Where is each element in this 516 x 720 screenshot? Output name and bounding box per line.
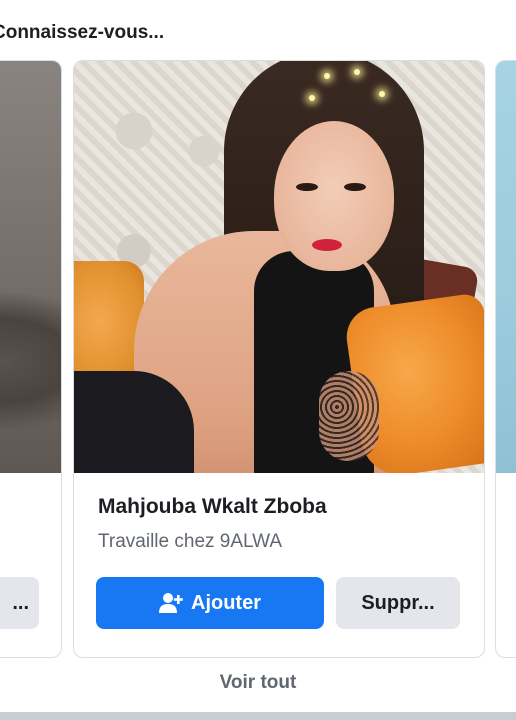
profile-name[interactable]: Mahjouba Wkalt Zboba <box>98 495 327 519</box>
section-title: Connaissez-vous... <box>0 22 165 43</box>
profile-subtitle: Travaille chez 9ALWA <box>98 531 283 552</box>
profile-photo[interactable] <box>496 61 516 473</box>
suggestion-card[interactable]: Mahjouba Wkalt Zboba Travaille chez 9ALW… <box>73 60 485 658</box>
photo-detail <box>319 371 379 461</box>
section-divider <box>0 712 516 720</box>
see-all-link[interactable]: Voir tout <box>0 672 516 694</box>
photo-detail <box>309 95 315 101</box>
add-friend-icon <box>159 592 183 614</box>
add-friend-label: Ajouter <box>191 591 261 614</box>
suggestion-card-previous[interactable]: ... <box>0 60 62 658</box>
photo-detail <box>312 239 342 251</box>
remove-button[interactable]: Suppr... <box>336 577 460 629</box>
photo-detail <box>324 73 330 79</box>
remove-label: Suppr... <box>361 591 435 614</box>
photo-detail <box>354 69 360 75</box>
people-carousel[interactable]: ... Mahjouba Wkalt Zboba Travaille chez … <box>0 60 516 660</box>
photo-detail <box>296 183 318 191</box>
previous-card-button[interactable]: ... <box>0 577 39 629</box>
photo-detail <box>344 183 366 191</box>
suggestion-card-next[interactable] <box>495 60 516 658</box>
add-friend-button[interactable]: Ajouter <box>96 577 324 629</box>
profile-photo[interactable] <box>74 61 484 473</box>
photo-detail <box>379 91 385 97</box>
profile-photo[interactable] <box>0 61 61 473</box>
